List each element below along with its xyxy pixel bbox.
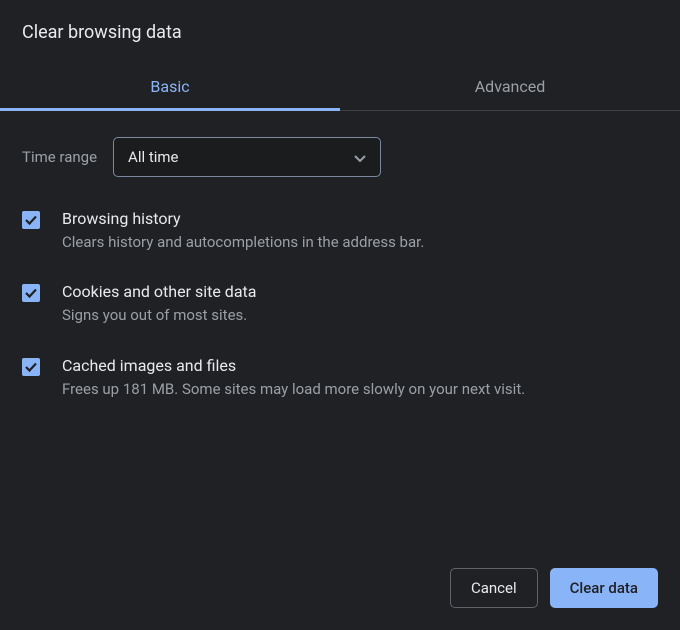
clear-data-button[interactable]: Clear data [550, 568, 658, 608]
check-icon [24, 286, 38, 300]
checkbox-cookies[interactable] [22, 284, 40, 302]
tab-advanced[interactable]: Advanced [340, 63, 680, 110]
time-range-row: Time range All time [0, 111, 680, 201]
tab-basic[interactable]: Basic [0, 63, 340, 110]
option-browsing-history: Browsing history Clears history and auto… [0, 201, 680, 274]
option-body: Browsing history Clears history and auto… [62, 209, 658, 252]
option-body: Cookies and other site data Signs you ou… [62, 282, 658, 325]
button-row: Cancel Clear data [450, 568, 658, 608]
dialog-title: Clear browsing data [0, 0, 680, 63]
cancel-button[interactable]: Cancel [450, 568, 538, 608]
option-desc-cookies: Signs you out of most sites. [62, 305, 658, 325]
option-body: Cached images and files Frees up 181 MB.… [62, 356, 658, 399]
option-title-cache: Cached images and files [62, 356, 658, 375]
option-cookies: Cookies and other site data Signs you ou… [0, 274, 680, 347]
checkbox-browsing-history[interactable] [22, 211, 40, 229]
option-title-browsing-history: Browsing history [62, 209, 658, 228]
tabs-container: Basic Advanced [0, 63, 680, 111]
option-desc-cache: Frees up 181 MB. Some sites may load mor… [62, 379, 658, 399]
option-desc-browsing-history: Clears history and autocompletions in th… [62, 232, 658, 252]
option-title-cookies: Cookies and other site data [62, 282, 658, 301]
time-range-value: All time [128, 148, 354, 166]
checkbox-cache[interactable] [22, 358, 40, 376]
time-range-select[interactable]: All time [113, 137, 381, 177]
time-range-label: Time range [22, 148, 97, 166]
option-cache: Cached images and files Frees up 181 MB.… [0, 348, 680, 421]
check-icon [24, 213, 38, 227]
check-icon [24, 360, 38, 374]
chevron-down-icon [354, 148, 366, 167]
